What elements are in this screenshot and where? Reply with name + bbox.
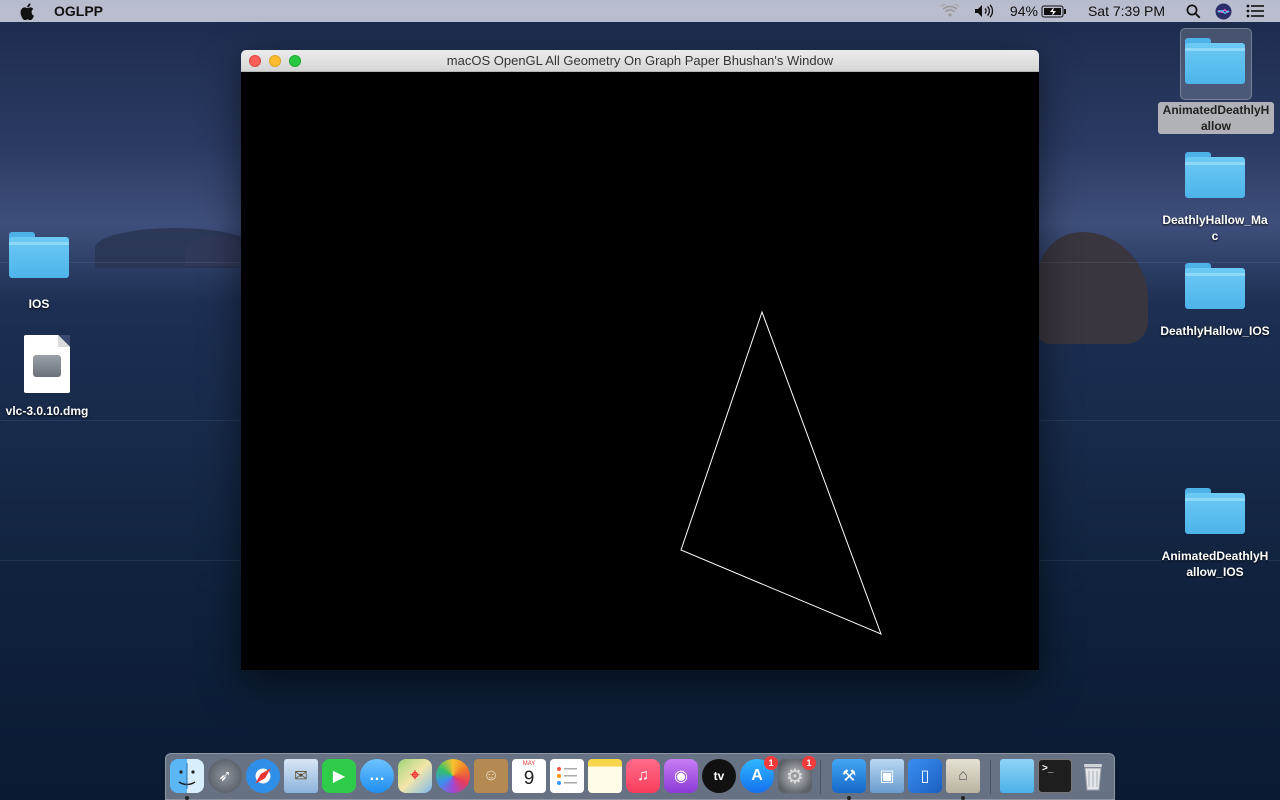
- menu-bar: OGLPP 94% Sat 7:39 PM: [0, 0, 1280, 22]
- music-icon[interactable]: ♫: [626, 759, 660, 793]
- instruments-icon[interactable]: ⌂: [946, 759, 980, 793]
- trash-icon[interactable]: [1076, 759, 1110, 793]
- desktop-icon-label: DeathlyHallow_IOS: [1160, 324, 1270, 338]
- facetime-icon[interactable]: ▶: [322, 759, 356, 793]
- tv-label: tv: [713, 769, 725, 783]
- launchpad-icon[interactable]: ➶: [208, 759, 242, 793]
- menu-clock[interactable]: Sat 7:39 PM: [1074, 0, 1179, 22]
- broadcast-icon: ◉: [674, 768, 688, 785]
- terminal-icon[interactable]: >_: [1038, 759, 1072, 793]
- dock: ➶ ✉ ▶ … ⌖ ☺ MAY 9 ♫ ◉ tv A 1 ⚙ 1 ⚒ ▣ ▯ ⌂…: [165, 753, 1115, 800]
- podcasts-icon[interactable]: ◉: [664, 759, 698, 793]
- phone-icon: ▯: [920, 768, 930, 785]
- mail-icon[interactable]: ✉: [284, 759, 318, 793]
- dock-separator: [990, 760, 991, 794]
- notification-center-icon[interactable]: [1239, 0, 1280, 22]
- opengl-view[interactable]: [241, 72, 1039, 670]
- chat-bubble-icon: …: [369, 767, 385, 784]
- calendar-month: MAY: [522, 761, 536, 767]
- messages-icon[interactable]: …: [360, 759, 394, 793]
- photo-stack-icon: ▣: [879, 768, 895, 785]
- system-preferences-icon[interactable]: ⚙ 1: [778, 756, 816, 793]
- desktop-folder-animated-deathly-hallow-ios[interactable]: AnimatedDeathlyHallow_IOS: [1155, 488, 1275, 580]
- finder-icon[interactable]: [170, 759, 204, 793]
- desktop-icon-label: IOS: [28, 297, 50, 311]
- app-store-icon[interactable]: A 1: [740, 756, 778, 793]
- desktop-icon-label: DeathlyHallow_Mac: [1162, 213, 1268, 243]
- desktop-icon-label: AnimatedDeathlyHallow_IOS: [1161, 549, 1269, 579]
- calendar-day: 9: [523, 768, 535, 789]
- rocket-icon: ➶: [218, 768, 232, 785]
- downloads-folder-icon[interactable]: [1000, 759, 1034, 793]
- notification-badge: 1: [802, 756, 816, 770]
- running-indicator: [185, 796, 189, 800]
- spotlight-search-icon[interactable]: [1179, 0, 1208, 22]
- disk-image-icon: [24, 335, 70, 393]
- folder-icon: [9, 232, 69, 278]
- folder-icon: [1185, 38, 1245, 84]
- opengl-window: macOS OpenGL All Geometry On Graph Paper…: [241, 50, 1039, 670]
- wifi-icon[interactable]: [933, 0, 967, 22]
- map-pin-icon: ⌖: [410, 767, 420, 784]
- volume-icon[interactable]: [967, 0, 1003, 22]
- desktop-folder-ios[interactable]: IOS: [0, 232, 99, 312]
- simulator-icon[interactable]: ▯: [908, 759, 942, 793]
- desktop-file-vlc-dmg[interactable]: vlc-3.0.10.dmg: [0, 335, 107, 419]
- ruler-icon: ⌂: [958, 767, 968, 784]
- desktop-folder-deathly-hallow-mac[interactable]: DeathlyHallow_Mac: [1155, 152, 1275, 244]
- safari-icon[interactable]: [246, 759, 280, 793]
- contacts-icon[interactable]: ☺: [474, 759, 508, 793]
- menu-bar-extras: 94% Sat 7:39 PM: [933, 0, 1280, 22]
- calendar-icon[interactable]: MAY 9: [512, 759, 546, 793]
- video-camera-icon: ▶: [332, 768, 346, 785]
- wallpaper-island-right: [1038, 232, 1148, 344]
- desktop-icon-label: AnimatedDeathlyHallow: [1158, 102, 1274, 134]
- folder-icon: [1185, 488, 1245, 534]
- desktop-icon-label-wrap: AnimatedDeathlyHallow: [1155, 102, 1275, 134]
- eagle-stamp-icon: ✉: [294, 768, 308, 785]
- battery-charging-icon[interactable]: [1041, 0, 1074, 22]
- running-indicator: [961, 796, 965, 800]
- dock-separator: [820, 760, 821, 794]
- notification-badge: 1: [764, 756, 778, 770]
- folder-icon: [1185, 152, 1245, 198]
- tv-icon[interactable]: tv: [702, 759, 736, 793]
- maps-icon[interactable]: ⌖: [398, 759, 432, 793]
- person-icon: ☺: [482, 767, 500, 784]
- preview-icon[interactable]: ▣: [870, 759, 904, 793]
- window-title-bar[interactable]: macOS OpenGL All Geometry On Graph Paper…: [241, 50, 1039, 72]
- running-indicator: [847, 796, 851, 800]
- desktop-icon-label: vlc-3.0.10.dmg: [5, 404, 89, 418]
- desktop-folder-deathly-hallow-ios[interactable]: DeathlyHallow_IOS: [1155, 263, 1275, 339]
- photos-icon[interactable]: [436, 759, 470, 793]
- active-app-name[interactable]: OGLPP: [54, 3, 103, 19]
- triangle-outline: [680, 310, 882, 635]
- apple-menu-icon[interactable]: [20, 2, 38, 20]
- music-note-icon: ♫: [637, 767, 649, 784]
- siri-icon[interactable]: [1208, 0, 1239, 22]
- folder-icon: [1185, 263, 1245, 309]
- window-title: macOS OpenGL All Geometry On Graph Paper…: [446, 53, 834, 68]
- prompt-icon: >_: [1042, 763, 1054, 774]
- xcode-icon[interactable]: ⚒: [832, 759, 866, 793]
- battery-percent[interactable]: 94%: [1003, 0, 1041, 22]
- opengl-canvas: [680, 310, 882, 635]
- notes-icon[interactable]: [588, 759, 622, 793]
- reminders-icon[interactable]: [550, 759, 584, 793]
- desktop-folder-animated-deathly-hallow[interactable]: AnimatedDeathlyHallow: [1155, 28, 1275, 134]
- hammer-icon: ⚒: [841, 768, 857, 785]
